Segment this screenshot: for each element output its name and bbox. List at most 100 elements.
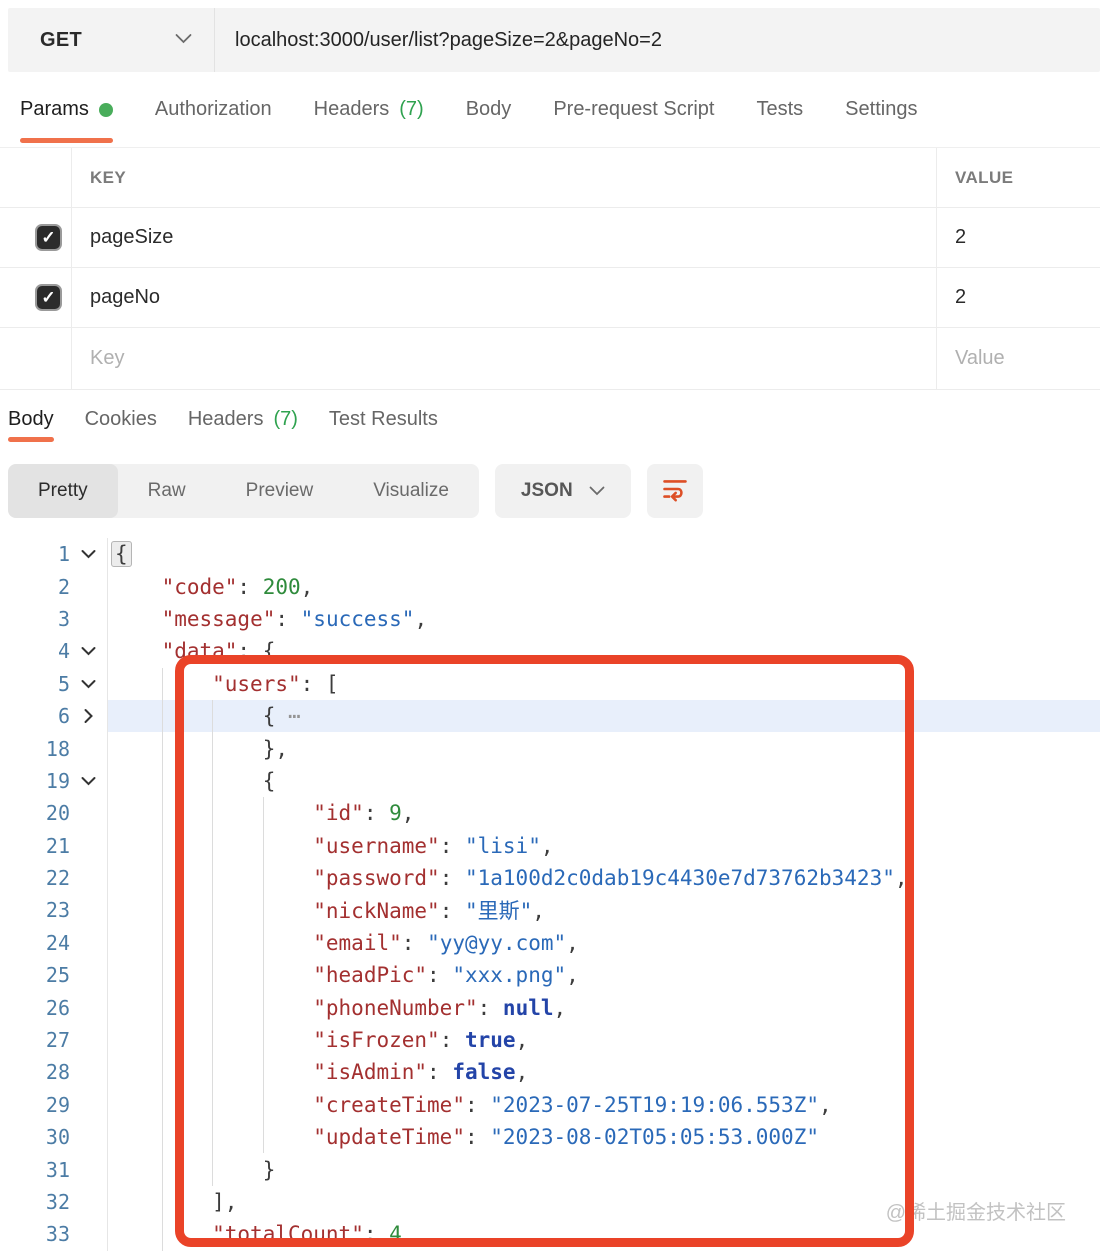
tab-settings[interactable]: Settings [845, 72, 917, 147]
response-tab-body[interactable]: Body [8, 390, 54, 448]
tab-headers[interactable]: Headers (7) [314, 72, 424, 147]
fold-toggle-icon[interactable] [70, 765, 107, 797]
fold-toggle-icon[interactable] [70, 635, 107, 667]
watermark: @稀土掘金技术社区 [886, 1196, 1066, 1225]
code-line: 1{ [0, 538, 1100, 570]
tab-label: Pre-request Script [553, 98, 714, 121]
indent-guide [263, 862, 314, 894]
indent-guide [263, 1056, 314, 1088]
method-select[interactable]: GET [8, 8, 215, 72]
gutter-spacer [70, 1121, 107, 1153]
active-tab-underline [8, 437, 54, 442]
code-line-content: "updateTime": "2023-08-02T05:05:53.000Z" [107, 1121, 1100, 1153]
line-number: 2 [0, 570, 70, 602]
url-input[interactable]: localhost:3000/user/list?pageSize=2&page… [215, 29, 662, 52]
indent-guide [111, 1218, 162, 1250]
param-key-cell[interactable]: pageNo [72, 268, 937, 327]
view-mode-raw[interactable]: Raw [118, 464, 216, 518]
param-key-cell[interactable]: pageSize [72, 208, 937, 267]
gutter-spacer [70, 1024, 107, 1056]
fold-toggle-icon[interactable] [70, 538, 107, 570]
param-checkbox[interactable]: ✓ [35, 284, 62, 311]
indent-guide [162, 1218, 213, 1250]
tab-authorization[interactable]: Authorization [155, 72, 272, 147]
code-line: 2"code": 200, [0, 570, 1100, 602]
response-tab-cookies[interactable]: Cookies [85, 390, 157, 448]
code-tokens: "updateTime": "2023-08-02T05:05:53.000Z" [313, 1125, 819, 1149]
fold-toggle-icon[interactable] [70, 700, 107, 732]
indent-guide [162, 830, 213, 862]
param-key-input[interactable]: Key [72, 328, 937, 389]
tab-label: Headers [314, 98, 390, 121]
response-toolbar: PrettyRawPreviewVisualize JSON [8, 464, 703, 518]
code-tokens: "createTime": "2023-07-25T19:19:06.553Z"… [313, 1093, 831, 1117]
code-tokens: "data": { [162, 639, 276, 663]
code-line: 26"phoneNumber": null, [0, 991, 1100, 1023]
line-number: 28 [0, 1056, 70, 1088]
code-line-content: "password": "1a100d2c0dab19c4430e7d73762… [107, 862, 1100, 894]
param-value-cell[interactable]: 2 [937, 268, 1100, 327]
response-tabs: Body Cookies Headers(7) Test Results [0, 390, 1100, 448]
indent-guide [111, 1089, 162, 1121]
line-number: 23 [0, 894, 70, 926]
view-mode-preview[interactable]: Preview [216, 464, 344, 518]
indent-guide [111, 668, 162, 700]
param-value-input[interactable]: Value [937, 328, 1100, 389]
indent-guide [111, 927, 162, 959]
gutter-spacer [70, 894, 107, 926]
fold-toggle-icon[interactable] [70, 668, 107, 700]
param-value-cell[interactable]: 2 [937, 208, 1100, 267]
indent-guide [162, 1089, 213, 1121]
tab-label: Settings [845, 98, 917, 121]
indent-guide [111, 1121, 162, 1153]
tab-params[interactable]: Params [20, 72, 113, 147]
param-checkbox[interactable]: ✓ [35, 224, 62, 251]
format-select[interactable]: JSON [495, 464, 631, 518]
tab-tests[interactable]: Tests [756, 72, 803, 147]
indent-guide [162, 1153, 213, 1185]
code-line-content: "isAdmin": false, [107, 1056, 1100, 1088]
view-mode-pretty[interactable]: Pretty [8, 464, 118, 518]
line-number: 29 [0, 1089, 70, 1121]
code-line-content: "users": [ [107, 668, 1100, 700]
indent-guide [212, 797, 263, 829]
code-line-content: "data": { [107, 635, 1100, 667]
line-number: 6 [0, 700, 70, 732]
tab-pre-request-script[interactable]: Pre-request Script [553, 72, 714, 147]
indent-guide [263, 797, 314, 829]
indent-guide [212, 1024, 263, 1056]
column-header-key: KEY [72, 148, 937, 207]
line-number: 25 [0, 959, 70, 991]
line-number: 20 [0, 797, 70, 829]
code-line: 31} [0, 1153, 1100, 1185]
indent-guide [263, 830, 314, 862]
format-select-label: JSON [521, 480, 573, 502]
line-number: 31 [0, 1153, 70, 1185]
response-tab-headers[interactable]: Headers(7) [188, 390, 298, 448]
wrap-text-button[interactable] [647, 464, 703, 518]
tab-body[interactable]: Body [466, 72, 512, 147]
response-tab-test-results[interactable]: Test Results [329, 390, 438, 448]
indent-guide [162, 700, 213, 732]
tab-count-badge: (7) [399, 98, 423, 121]
line-number: 5 [0, 668, 70, 700]
indent-guide [212, 1121, 263, 1153]
gutter-spacer [70, 797, 107, 829]
indent-guide [111, 894, 162, 926]
indent-guide [212, 894, 263, 926]
indent-guide [111, 635, 162, 667]
code-line-content: "id": 9, [107, 797, 1100, 829]
indent-guide [212, 1153, 263, 1185]
view-mode-visualize[interactable]: Visualize [343, 464, 479, 518]
indent-guide [162, 732, 213, 764]
indent-guide [212, 765, 263, 797]
url-bar: GET localhost:3000/user/list?pageSize=2&… [8, 8, 1100, 72]
tab-label: Authorization [155, 98, 272, 121]
indent-guide [111, 603, 162, 635]
tab-label: Cookies [85, 408, 157, 431]
indent-guide [263, 1024, 314, 1056]
tab-label: Params [20, 98, 89, 121]
gutter-spacer [70, 603, 107, 635]
code-tokens: { [111, 542, 132, 566]
param-check-cell [0, 328, 72, 389]
